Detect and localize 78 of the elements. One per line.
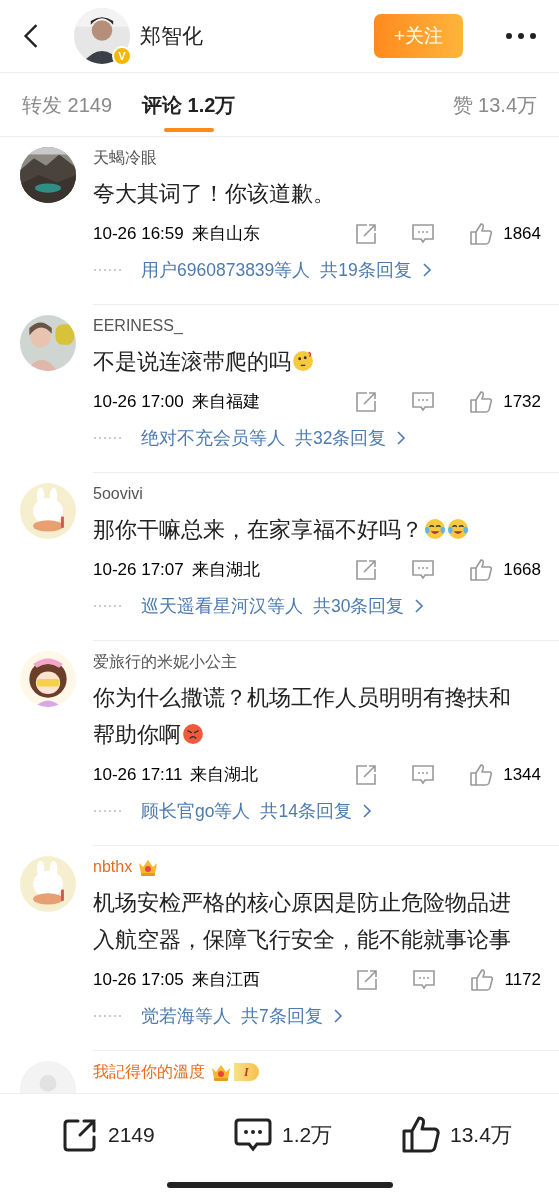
replies-link[interactable]: 共32条回复 xyxy=(295,424,407,452)
user-name[interactable]: 天蝎冷眼 xyxy=(93,146,157,170)
comment-location: 来自湖北 xyxy=(191,559,260,582)
replies-link[interactable]: 共7条回复 xyxy=(241,1002,343,1030)
share-icon[interactable] xyxy=(355,764,378,786)
comment-time: 10-26 17:07 xyxy=(93,559,184,582)
comment-icon[interactable] xyxy=(411,391,436,413)
thumbs-up-icon xyxy=(469,222,494,246)
comment-icon[interactable] xyxy=(412,969,437,991)
dotted-line-icon xyxy=(93,436,123,440)
comment-text: 那你干嘛总来，在家享福不好吗？ xyxy=(93,512,523,549)
emoji-face-icon xyxy=(292,350,314,372)
dotted-line-icon xyxy=(93,604,123,608)
more-icon[interactable] xyxy=(505,32,537,40)
chevron-right-icon xyxy=(414,599,425,613)
thumbs-up-icon xyxy=(470,968,495,992)
chevron-right-icon xyxy=(396,431,407,445)
comment-text: 夸大其词了！你该道歉。 xyxy=(93,181,336,208)
tab[interactable]: 评论 1.2万 xyxy=(142,72,236,137)
like-button[interactable]: 1732 xyxy=(469,389,541,415)
comment-time: 10-26 17:00 xyxy=(93,391,184,414)
thumbs-up-icon xyxy=(469,763,494,787)
reply-users-link[interactable]: 巡天遥看星河汉等人 xyxy=(141,592,303,620)
comment-time: 10-26 16:59 xyxy=(93,223,184,246)
chevron-right-icon xyxy=(421,263,432,277)
chevron-right-icon xyxy=(332,1009,343,1023)
verified-badge: V xyxy=(112,46,132,66)
chevron-right-icon xyxy=(361,804,372,818)
share-icon xyxy=(62,1117,98,1153)
comment-location: 来自山东 xyxy=(191,223,260,246)
comment-text: 机场安检严格的核心原因是防止危险物品进入航空器，保障飞行安全，能不能就事论事 xyxy=(93,890,512,954)
like-button[interactable]: 1344 xyxy=(469,762,541,788)
comment-icon[interactable] xyxy=(411,764,436,786)
tab[interactable]: 赞 13.4万 xyxy=(452,72,537,137)
comment-icon[interactable] xyxy=(411,223,436,245)
level-badge: I xyxy=(234,1063,259,1081)
like-button[interactable]: 1668 xyxy=(469,557,541,583)
user-name[interactable]: nbthx xyxy=(93,855,133,879)
share-icon[interactable] xyxy=(355,391,378,413)
like-button[interactable]: 13.4万 xyxy=(402,1116,512,1154)
reply-users-link[interactable]: 绝对不充会员等人 xyxy=(141,424,285,452)
emoji-face-icon xyxy=(447,518,469,540)
replies-link[interactable]: 共14条回复 xyxy=(260,797,372,825)
comment-time: 10-26 17:11 xyxy=(93,764,183,787)
like-button[interactable]: 1864 xyxy=(469,221,541,247)
repost-button[interactable]: 2149 xyxy=(62,1117,234,1153)
emoji-face-icon xyxy=(424,518,446,540)
comment-time: 10-26 17:05 xyxy=(93,969,184,992)
comment-icon[interactable] xyxy=(411,559,436,581)
thumbs-up-icon xyxy=(469,558,494,582)
reply-users-link[interactable]: 觉若海等人 xyxy=(141,1002,231,1030)
comment-location: 来自江西 xyxy=(191,969,260,992)
replies-link[interactable]: 共30条回复 xyxy=(313,592,425,620)
thumbs-up-icon xyxy=(469,390,494,414)
dotted-line-icon xyxy=(93,809,123,813)
share-icon[interactable] xyxy=(356,969,379,991)
user-name[interactable]: 郑智化 xyxy=(140,20,203,52)
comment-location: 来自湖北 xyxy=(190,764,259,787)
share-icon[interactable] xyxy=(355,559,378,581)
replies-link[interactable]: 共19条回复 xyxy=(320,256,432,284)
comment-text: 不是说连滚带爬的吗 xyxy=(93,344,523,381)
user-name[interactable]: 5oovivi xyxy=(93,482,143,506)
speech-bubble-icon xyxy=(234,1117,272,1153)
user-name[interactable]: EERINESS_ xyxy=(93,314,183,338)
like-button[interactable]: 1172 xyxy=(470,967,541,993)
emoji-face-icon xyxy=(182,723,204,745)
share-icon[interactable] xyxy=(355,223,378,245)
user-name[interactable]: 我記得你的溫度 xyxy=(93,1060,205,1084)
tab[interactable]: 转发 2149 xyxy=(22,72,113,137)
dotted-line-icon xyxy=(93,268,123,272)
reply-users-link[interactable]: 用户6960873839等人 xyxy=(141,256,311,284)
user-name[interactable]: 爱旅行的米妮小公主 xyxy=(93,650,237,674)
thumbs-up-icon xyxy=(402,1116,440,1154)
comment-location: 来自福建 xyxy=(191,391,260,414)
dotted-line-icon xyxy=(93,1014,123,1018)
comment-text: 你为什么撒谎？机场工作人员明明有搀扶和帮助你啊 xyxy=(93,685,512,749)
comment-button[interactable]: 1.2万 xyxy=(234,1117,402,1153)
reply-users-link[interactable]: 顾长官go等人 xyxy=(141,797,251,825)
